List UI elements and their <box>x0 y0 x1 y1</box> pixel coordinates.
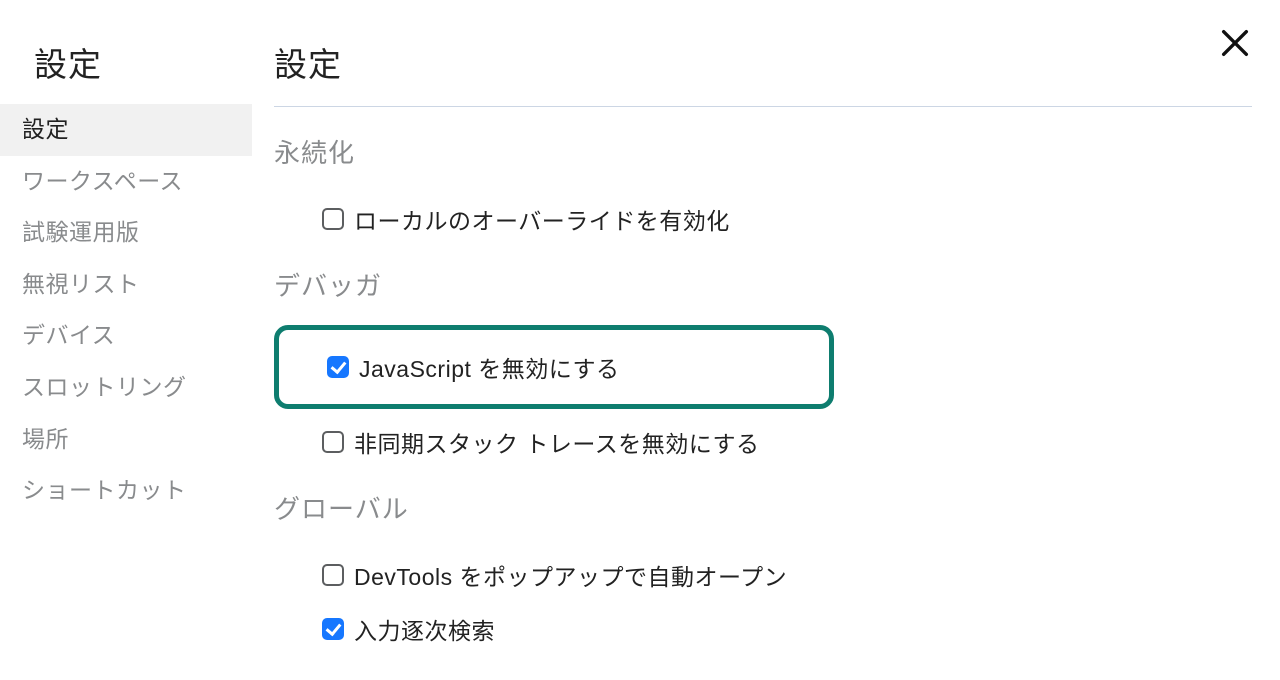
section-debugger: デバッガ JavaScript を無効にする 非同期スタック トレースを無効にす… <box>274 266 1252 469</box>
section-global: グローバル DevTools をポップアップで自動オープン 入力逐次検索 <box>274 489 1252 656</box>
sidebar-item-label: 無視リスト <box>22 271 140 297</box>
option-label: 非同期スタック トレースを無効にする <box>354 425 759 459</box>
option-label: ローカルのオーバーライドを有効化 <box>354 202 730 236</box>
sidebar-item-preferences[interactable]: 設定 <box>0 104 252 156</box>
close-icon <box>1218 47 1252 64</box>
sidebar-item-label: デバイス <box>22 322 115 348</box>
page-title: 設定 <box>274 38 1252 106</box>
section-title-debugger: デバッガ <box>274 266 1252 303</box>
sidebar-item-ignore-list[interactable]: 無視リスト <box>0 259 252 311</box>
close-button[interactable] <box>1218 26 1252 60</box>
section-title-persistence: 永続化 <box>274 133 1252 170</box>
option-search-as-you-type[interactable]: 入力逐次検索 <box>274 602 1252 656</box>
sidebar-item-experiments[interactable]: 試験運用版 <box>0 207 252 259</box>
section-persistence: 永続化 ローカルのオーバーライドを有効化 <box>274 133 1252 246</box>
sidebar-title: 設定 <box>0 38 252 104</box>
sidebar-item-label: スロットリング <box>22 374 187 400</box>
sidebar-item-label: ショートカット <box>22 477 187 503</box>
sidebar-item-throttling[interactable]: スロットリング <box>0 362 252 414</box>
sidebar-item-label: ワークスペース <box>22 168 183 194</box>
section-title-global: グローバル <box>274 489 1252 526</box>
settings-sidebar: 設定 設定 ワークスペース 試験運用版 無視リスト デバイス スロットリング 場… <box>0 0 252 680</box>
option-label: JavaScript を無効にする <box>359 350 620 384</box>
sidebar-item-devices[interactable]: デバイス <box>0 310 252 362</box>
sidebar-item-label: 設定 <box>22 116 69 142</box>
option-local-overrides[interactable]: ローカルのオーバーライドを有効化 <box>274 192 1252 246</box>
checkbox-disable-async-stack[interactable] <box>322 431 344 453</box>
sidebar-item-label: 場所 <box>22 426 69 452</box>
settings-main: 設定 永続化 ローカルのオーバーライドを有効化 デバッガ JavaScript … <box>252 0 1280 680</box>
option-label: DevTools をポップアップで自動オープン <box>354 558 787 592</box>
sidebar-item-label: 試験運用版 <box>22 219 140 245</box>
title-separator <box>274 106 1252 107</box>
sidebar-item-shortcuts[interactable]: ショートカット <box>0 465 252 517</box>
sidebar-item-workspace[interactable]: ワークスペース <box>0 156 252 208</box>
checkbox-auto-open-devtools[interactable] <box>322 564 344 586</box>
option-disable-async-stack[interactable]: 非同期スタック トレースを無効にする <box>274 415 1252 469</box>
sidebar-item-locations[interactable]: 場所 <box>0 414 252 466</box>
checkbox-disable-javascript[interactable] <box>327 356 349 378</box>
option-disable-javascript-highlighted[interactable]: JavaScript を無効にする <box>274 325 834 409</box>
option-auto-open-devtools[interactable]: DevTools をポップアップで自動オープン <box>274 548 1252 602</box>
sidebar-items: 設定 ワークスペース 試験運用版 無視リスト デバイス スロットリング 場所 シ… <box>0 104 252 517</box>
option-label: 入力逐次検索 <box>354 612 495 646</box>
checkbox-local-overrides[interactable] <box>322 208 344 230</box>
checkbox-search-as-you-type[interactable] <box>322 618 344 640</box>
